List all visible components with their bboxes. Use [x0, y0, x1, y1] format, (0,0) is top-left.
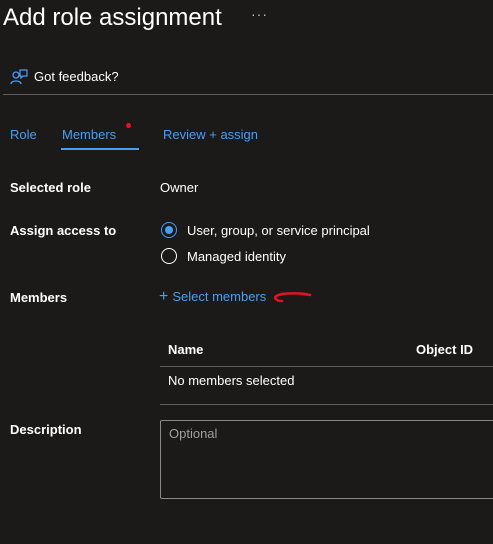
- annotation-arrow: [273, 292, 312, 303]
- header-divider: [3, 94, 493, 95]
- active-tab-underline: [61, 148, 139, 150]
- members-label: Members: [10, 290, 68, 305]
- radio-managed-identity[interactable]: [161, 248, 177, 264]
- column-header-name[interactable]: Name: [168, 342, 203, 357]
- more-options-button[interactable]: ···: [251, 6, 268, 22]
- description-label: Description: [10, 422, 82, 437]
- grid-bottom-divider: [160, 404, 493, 405]
- description-field[interactable]: [160, 420, 493, 499]
- tab-role[interactable]: Role: [10, 127, 37, 142]
- selected-role-label: Selected role: [10, 180, 91, 195]
- selected-role-value: Owner: [160, 180, 199, 195]
- grid-header-divider: [160, 366, 493, 367]
- tab-members[interactable]: Members: [62, 127, 116, 142]
- radio-user-group-sp[interactable]: [161, 222, 177, 238]
- column-header-object-id[interactable]: Object ID: [416, 342, 473, 357]
- assign-access-label: Assign access to: [10, 223, 117, 238]
- select-members-link[interactable]: + Select members: [159, 288, 266, 305]
- tab-indicator-dot: [126, 123, 131, 128]
- plus-icon: +: [159, 288, 169, 305]
- radio-user-group-sp-label[interactable]: User, group, or service principal: [187, 223, 370, 238]
- tab-review-assign[interactable]: Review + assign: [163, 127, 258, 142]
- feedback-link[interactable]: Got feedback?: [34, 69, 119, 84]
- feedback-person-icon[interactable]: [10, 68, 28, 86]
- radio-managed-identity-label[interactable]: Managed identity: [187, 249, 286, 264]
- page-title: Add role assignment: [3, 4, 222, 31]
- members-empty-text: No members selected: [168, 373, 295, 388]
- select-members-label[interactable]: Select members: [172, 289, 266, 304]
